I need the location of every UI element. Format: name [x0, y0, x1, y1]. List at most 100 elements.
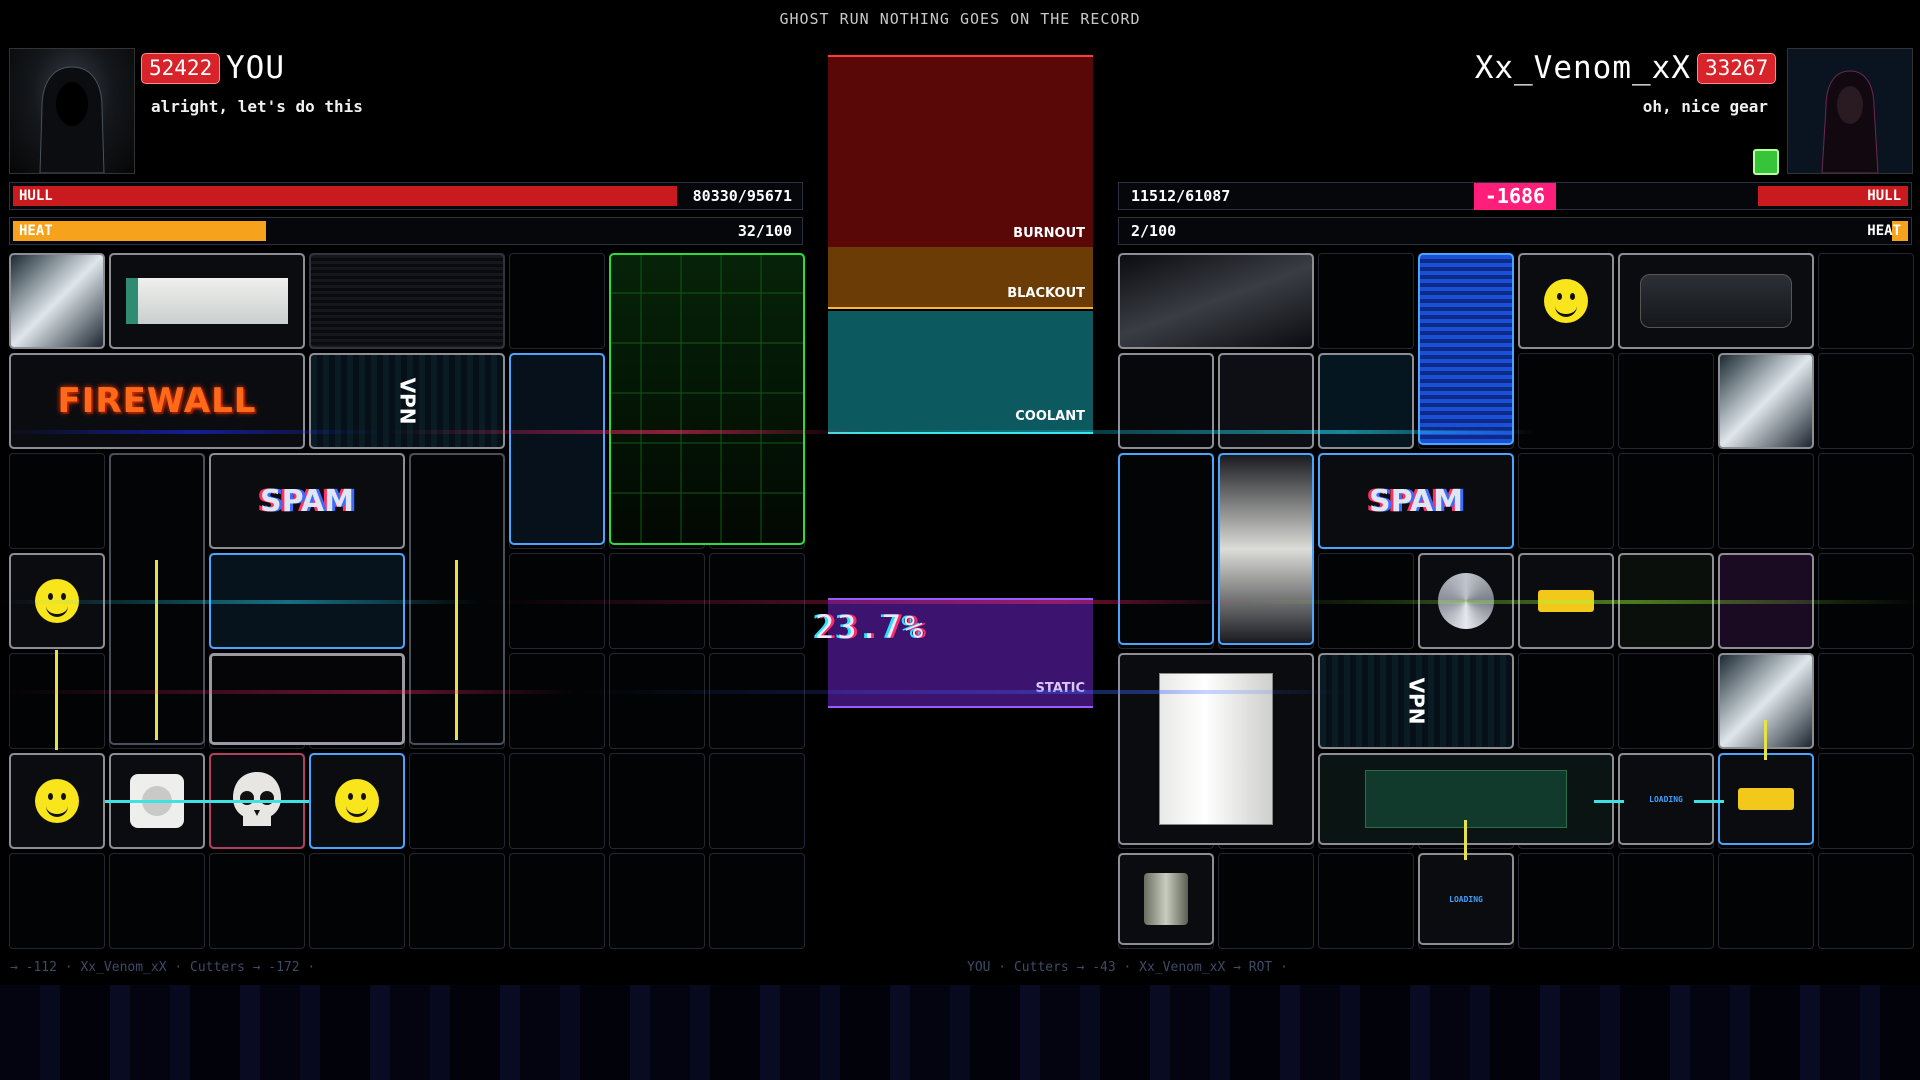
spam-label: SPAM	[260, 483, 354, 519]
connection-wire	[1594, 800, 1624, 803]
chip-status-icon	[1753, 149, 1779, 175]
smiley-mug-item[interactable]	[309, 753, 405, 849]
opponent-avatar	[1787, 48, 1913, 174]
connection-wire	[205, 800, 309, 803]
player-score-badge: 52422	[141, 53, 221, 84]
player-hull-value: 80330/95671	[692, 187, 792, 205]
grid-cell[interactable]	[709, 853, 805, 949]
pliers-item	[1118, 353, 1214, 449]
grid-cell	[1818, 353, 1914, 449]
smiley-icon	[35, 779, 79, 823]
combat-log-right: YOU · Cutters → -43 · Xx_Venom_xX → ROT …	[967, 960, 1288, 975]
empty-frame-item[interactable]	[209, 653, 405, 745]
grid-cell	[1618, 653, 1714, 749]
grid-cell	[1818, 253, 1914, 349]
grid-cell	[1518, 653, 1614, 749]
grid-cell	[1718, 453, 1814, 549]
device-item	[1218, 353, 1314, 449]
player-heat-value: 32/100	[737, 222, 792, 240]
grid-cell[interactable]	[9, 453, 105, 549]
hooded-figure-icon	[1788, 49, 1912, 173]
vpn-item[interactable]: VPN	[309, 353, 505, 449]
grid-cell	[1518, 853, 1614, 949]
connection-wire	[1464, 820, 1467, 860]
grid-cell	[1818, 853, 1914, 949]
firewall-label: FIREWALL	[57, 381, 257, 421]
battery-item	[1118, 853, 1214, 945]
grid-cell	[1618, 853, 1714, 949]
glitch-streak	[0, 690, 1920, 694]
cutters-item	[1118, 253, 1314, 349]
player-quote: alright, let's do this	[151, 97, 363, 116]
grid-cell[interactable]	[709, 753, 805, 849]
ice-cube-item	[1718, 353, 1814, 449]
top-banner: GHOST RUN NOTHING GOES ON THE RECORD	[779, 10, 1141, 28]
loading-label: LOADING	[1449, 894, 1483, 904]
chip-item	[1318, 353, 1414, 449]
firewall-item[interactable]: FIREWALL	[9, 353, 305, 449]
spam-item[interactable]: SPAM	[209, 453, 405, 549]
grid-pattern-icon	[611, 255, 803, 543]
grid-cell[interactable]	[509, 853, 605, 949]
grid-cell	[1518, 453, 1614, 549]
mousepad-icon	[1640, 274, 1792, 328]
smiley-mug-item[interactable]	[9, 753, 105, 849]
opponent-quote: oh, nice gear	[1642, 97, 1768, 116]
grid-cell[interactable]	[509, 753, 605, 849]
connection-wire	[155, 560, 158, 740]
coolant-zone: COOLANT	[828, 311, 1093, 434]
grid-cell	[1218, 853, 1314, 949]
blackout-zone: BLACKOUT	[828, 247, 1093, 309]
grid-cell[interactable]	[309, 853, 405, 949]
smiley-mug-item	[1518, 253, 1614, 349]
vpn-label: VPN	[1404, 677, 1428, 725]
grid-cell[interactable]	[409, 753, 505, 849]
grid-cell[interactable]	[709, 653, 805, 749]
opponent-score-badge: 33267	[1697, 53, 1777, 84]
blackout-label: BLACKOUT	[1007, 286, 1085, 301]
grid-cell	[1318, 253, 1414, 349]
grid-cell[interactable]	[609, 853, 705, 949]
grid-cell	[1818, 753, 1914, 849]
drive-item	[1218, 453, 1314, 645]
player-heat-bar: HEAT 32/100	[9, 217, 803, 245]
ice-cube-item[interactable]	[9, 253, 105, 349]
burnout-label: BURNOUT	[1013, 226, 1085, 241]
static-item[interactable]	[309, 253, 505, 349]
server-icon	[1159, 673, 1273, 825]
player-hull-bar: HULL 80330/95671	[9, 182, 803, 210]
grid-cell[interactable]	[609, 653, 705, 749]
glitch-streak	[0, 600, 1920, 604]
loading-item: LOADING	[1618, 753, 1714, 845]
box-icon	[126, 278, 288, 324]
phone-item[interactable]	[509, 353, 605, 545]
grid-cell[interactable]	[509, 653, 605, 749]
circuit-box-item[interactable]	[109, 253, 305, 349]
player-heat-label: HEAT	[19, 223, 53, 239]
vpn-item: VPN	[1318, 653, 1514, 749]
grid-cell	[1818, 453, 1914, 549]
vpn-label: VPN	[395, 377, 419, 425]
grid-cell	[1318, 853, 1414, 949]
grid-cell[interactable]	[9, 853, 105, 949]
blue-panel-item	[1418, 253, 1514, 445]
grid-cell[interactable]	[209, 853, 305, 949]
grid-cell[interactable]	[609, 753, 705, 849]
grid-cell	[1618, 453, 1714, 549]
connection-wire	[105, 800, 209, 803]
green-grid-item[interactable]	[609, 253, 805, 545]
player-hull-fill	[13, 186, 677, 206]
grid-cell[interactable]	[409, 853, 505, 949]
audio-visualizer	[0, 985, 1920, 1080]
opponent-heat-bar: 2/100 HEAT	[1118, 217, 1912, 245]
hooded-figure-icon	[39, 66, 105, 173]
player-avatar	[9, 48, 135, 174]
cassette-item	[1718, 753, 1814, 845]
meter-readout: 23.7%	[815, 608, 927, 646]
server-tower-item	[1118, 653, 1314, 845]
burnout-zone: BURNOUT	[828, 55, 1093, 249]
connection-wire	[55, 650, 58, 750]
grid-cell[interactable]	[509, 253, 605, 349]
grid-cell[interactable]	[109, 853, 205, 949]
smiley-icon	[1544, 279, 1588, 323]
